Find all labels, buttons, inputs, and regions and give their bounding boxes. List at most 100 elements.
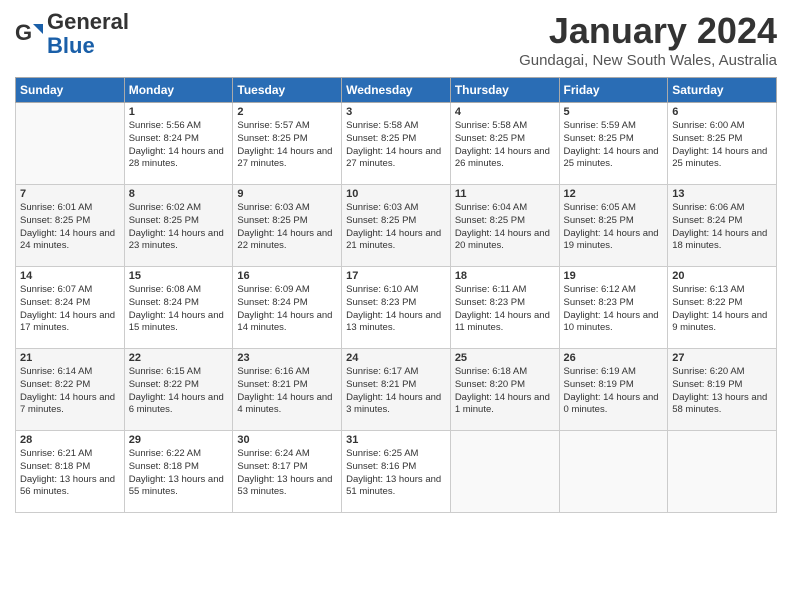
day-number: 11 — [455, 188, 555, 200]
cell-info: Sunrise: 6:22 AM Sunset: 8:18 PM Dayligh… — [129, 448, 229, 499]
day-number: 21 — [20, 352, 120, 364]
cell-info: Sunrise: 6:21 AM Sunset: 8:18 PM Dayligh… — [20, 448, 120, 499]
weekday-header-monday: Monday — [124, 78, 233, 103]
day-number: 3 — [346, 106, 446, 118]
calendar-cell: 8 Sunrise: 6:02 AM Sunset: 8:25 PM Dayli… — [124, 185, 233, 267]
calendar-cell: 28 Sunrise: 6:21 AM Sunset: 8:18 PM Dayl… — [16, 431, 125, 513]
day-number: 4 — [455, 106, 555, 118]
calendar-cell: 11 Sunrise: 6:04 AM Sunset: 8:25 PM Dayl… — [450, 185, 559, 267]
cell-info: Sunrise: 6:13 AM Sunset: 8:22 PM Dayligh… — [672, 284, 772, 335]
day-number: 1 — [129, 106, 229, 118]
cell-info: Sunrise: 6:24 AM Sunset: 8:17 PM Dayligh… — [237, 448, 337, 499]
day-number: 13 — [672, 188, 772, 200]
title-block: January 2024 Gundagai, New South Wales, … — [519, 10, 777, 69]
cell-info: Sunrise: 6:19 AM Sunset: 8:19 PM Dayligh… — [564, 366, 664, 417]
cell-info: Sunrise: 5:58 AM Sunset: 8:25 PM Dayligh… — [455, 120, 555, 171]
calendar-cell: 25 Sunrise: 6:18 AM Sunset: 8:20 PM Dayl… — [450, 349, 559, 431]
day-number: 14 — [20, 270, 120, 282]
day-number: 2 — [237, 106, 337, 118]
calendar-cell: 13 Sunrise: 6:06 AM Sunset: 8:24 PM Dayl… — [668, 185, 777, 267]
weekday-header-saturday: Saturday — [668, 78, 777, 103]
day-number: 18 — [455, 270, 555, 282]
weekday-header-tuesday: Tuesday — [233, 78, 342, 103]
cell-info: Sunrise: 6:10 AM Sunset: 8:23 PM Dayligh… — [346, 284, 446, 335]
logo-icon: G — [15, 20, 43, 48]
calendar-cell: 30 Sunrise: 6:24 AM Sunset: 8:17 PM Dayl… — [233, 431, 342, 513]
calendar-cell: 19 Sunrise: 6:12 AM Sunset: 8:23 PM Dayl… — [559, 267, 668, 349]
day-number: 8 — [129, 188, 229, 200]
calendar-cell: 3 Sunrise: 5:58 AM Sunset: 8:25 PM Dayli… — [342, 103, 451, 185]
day-number: 19 — [564, 270, 664, 282]
cell-info: Sunrise: 6:07 AM Sunset: 8:24 PM Dayligh… — [20, 284, 120, 335]
cell-info: Sunrise: 6:11 AM Sunset: 8:23 PM Dayligh… — [455, 284, 555, 335]
calendar-cell: 21 Sunrise: 6:14 AM Sunset: 8:22 PM Dayl… — [16, 349, 125, 431]
calendar-cell — [450, 431, 559, 513]
day-number: 9 — [237, 188, 337, 200]
calendar-cell — [668, 431, 777, 513]
cell-info: Sunrise: 6:25 AM Sunset: 8:16 PM Dayligh… — [346, 448, 446, 499]
calendar-cell: 4 Sunrise: 5:58 AM Sunset: 8:25 PM Dayli… — [450, 103, 559, 185]
day-number: 12 — [564, 188, 664, 200]
calendar-cell: 15 Sunrise: 6:08 AM Sunset: 8:24 PM Dayl… — [124, 267, 233, 349]
weekday-header-row: SundayMondayTuesdayWednesdayThursdayFrid… — [16, 78, 777, 103]
day-number: 15 — [129, 270, 229, 282]
cell-info: Sunrise: 6:20 AM Sunset: 8:19 PM Dayligh… — [672, 366, 772, 417]
location-title: Gundagai, New South Wales, Australia — [519, 52, 777, 69]
day-number: 10 — [346, 188, 446, 200]
calendar-cell: 12 Sunrise: 6:05 AM Sunset: 8:25 PM Dayl… — [559, 185, 668, 267]
cell-info: Sunrise: 5:57 AM Sunset: 8:25 PM Dayligh… — [237, 120, 337, 171]
calendar-cell: 27 Sunrise: 6:20 AM Sunset: 8:19 PM Dayl… — [668, 349, 777, 431]
calendar-cell: 22 Sunrise: 6:15 AM Sunset: 8:22 PM Dayl… — [124, 349, 233, 431]
day-number: 29 — [129, 434, 229, 446]
week-row-4: 21 Sunrise: 6:14 AM Sunset: 8:22 PM Dayl… — [16, 349, 777, 431]
cell-info: Sunrise: 6:12 AM Sunset: 8:23 PM Dayligh… — [564, 284, 664, 335]
calendar-cell: 23 Sunrise: 6:16 AM Sunset: 8:21 PM Dayl… — [233, 349, 342, 431]
day-number: 27 — [672, 352, 772, 364]
day-number: 25 — [455, 352, 555, 364]
day-number: 5 — [564, 106, 664, 118]
calendar-cell: 18 Sunrise: 6:11 AM Sunset: 8:23 PM Dayl… — [450, 267, 559, 349]
cell-info: Sunrise: 6:05 AM Sunset: 8:25 PM Dayligh… — [564, 202, 664, 253]
weekday-header-wednesday: Wednesday — [342, 78, 451, 103]
cell-info: Sunrise: 6:03 AM Sunset: 8:25 PM Dayligh… — [237, 202, 337, 253]
cell-info: Sunrise: 6:09 AM Sunset: 8:24 PM Dayligh… — [237, 284, 337, 335]
cell-info: Sunrise: 6:01 AM Sunset: 8:25 PM Dayligh… — [20, 202, 120, 253]
cell-info: Sunrise: 5:59 AM Sunset: 8:25 PM Dayligh… — [564, 120, 664, 171]
calendar-cell: 16 Sunrise: 6:09 AM Sunset: 8:24 PM Dayl… — [233, 267, 342, 349]
day-number: 17 — [346, 270, 446, 282]
cell-info: Sunrise: 6:18 AM Sunset: 8:20 PM Dayligh… — [455, 366, 555, 417]
logo: G General Blue — [15, 10, 129, 58]
cell-info: Sunrise: 6:14 AM Sunset: 8:22 PM Dayligh… — [20, 366, 120, 417]
month-title: January 2024 — [519, 10, 777, 52]
calendar-cell: 5 Sunrise: 5:59 AM Sunset: 8:25 PM Dayli… — [559, 103, 668, 185]
calendar-cell: 29 Sunrise: 6:22 AM Sunset: 8:18 PM Dayl… — [124, 431, 233, 513]
day-number: 28 — [20, 434, 120, 446]
calendar-cell: 14 Sunrise: 6:07 AM Sunset: 8:24 PM Dayl… — [16, 267, 125, 349]
day-number: 24 — [346, 352, 446, 364]
weekday-header-friday: Friday — [559, 78, 668, 103]
calendar-cell: 17 Sunrise: 6:10 AM Sunset: 8:23 PM Dayl… — [342, 267, 451, 349]
cell-info: Sunrise: 6:02 AM Sunset: 8:25 PM Dayligh… — [129, 202, 229, 253]
cell-info: Sunrise: 5:58 AM Sunset: 8:25 PM Dayligh… — [346, 120, 446, 171]
week-row-3: 14 Sunrise: 6:07 AM Sunset: 8:24 PM Dayl… — [16, 267, 777, 349]
calendar-cell: 2 Sunrise: 5:57 AM Sunset: 8:25 PM Dayli… — [233, 103, 342, 185]
day-number: 30 — [237, 434, 337, 446]
day-number: 20 — [672, 270, 772, 282]
cell-info: Sunrise: 6:16 AM Sunset: 8:21 PM Dayligh… — [237, 366, 337, 417]
weekday-header-sunday: Sunday — [16, 78, 125, 103]
calendar-cell: 1 Sunrise: 5:56 AM Sunset: 8:24 PM Dayli… — [124, 103, 233, 185]
cell-info: Sunrise: 6:03 AM Sunset: 8:25 PM Dayligh… — [346, 202, 446, 253]
calendar-cell — [16, 103, 125, 185]
cell-info: Sunrise: 6:04 AM Sunset: 8:25 PM Dayligh… — [455, 202, 555, 253]
page-header: G General Blue January 2024 Gundagai, Ne… — [15, 10, 777, 69]
cell-info: Sunrise: 6:17 AM Sunset: 8:21 PM Dayligh… — [346, 366, 446, 417]
calendar-cell: 6 Sunrise: 6:00 AM Sunset: 8:25 PM Dayli… — [668, 103, 777, 185]
cell-info: Sunrise: 6:15 AM Sunset: 8:22 PM Dayligh… — [129, 366, 229, 417]
day-number: 7 — [20, 188, 120, 200]
calendar-cell: 20 Sunrise: 6:13 AM Sunset: 8:22 PM Dayl… — [668, 267, 777, 349]
day-number: 16 — [237, 270, 337, 282]
day-number: 22 — [129, 352, 229, 364]
cell-info: Sunrise: 6:00 AM Sunset: 8:25 PM Dayligh… — [672, 120, 772, 171]
week-row-2: 7 Sunrise: 6:01 AM Sunset: 8:25 PM Dayli… — [16, 185, 777, 267]
cell-info: Sunrise: 5:56 AM Sunset: 8:24 PM Dayligh… — [129, 120, 229, 171]
